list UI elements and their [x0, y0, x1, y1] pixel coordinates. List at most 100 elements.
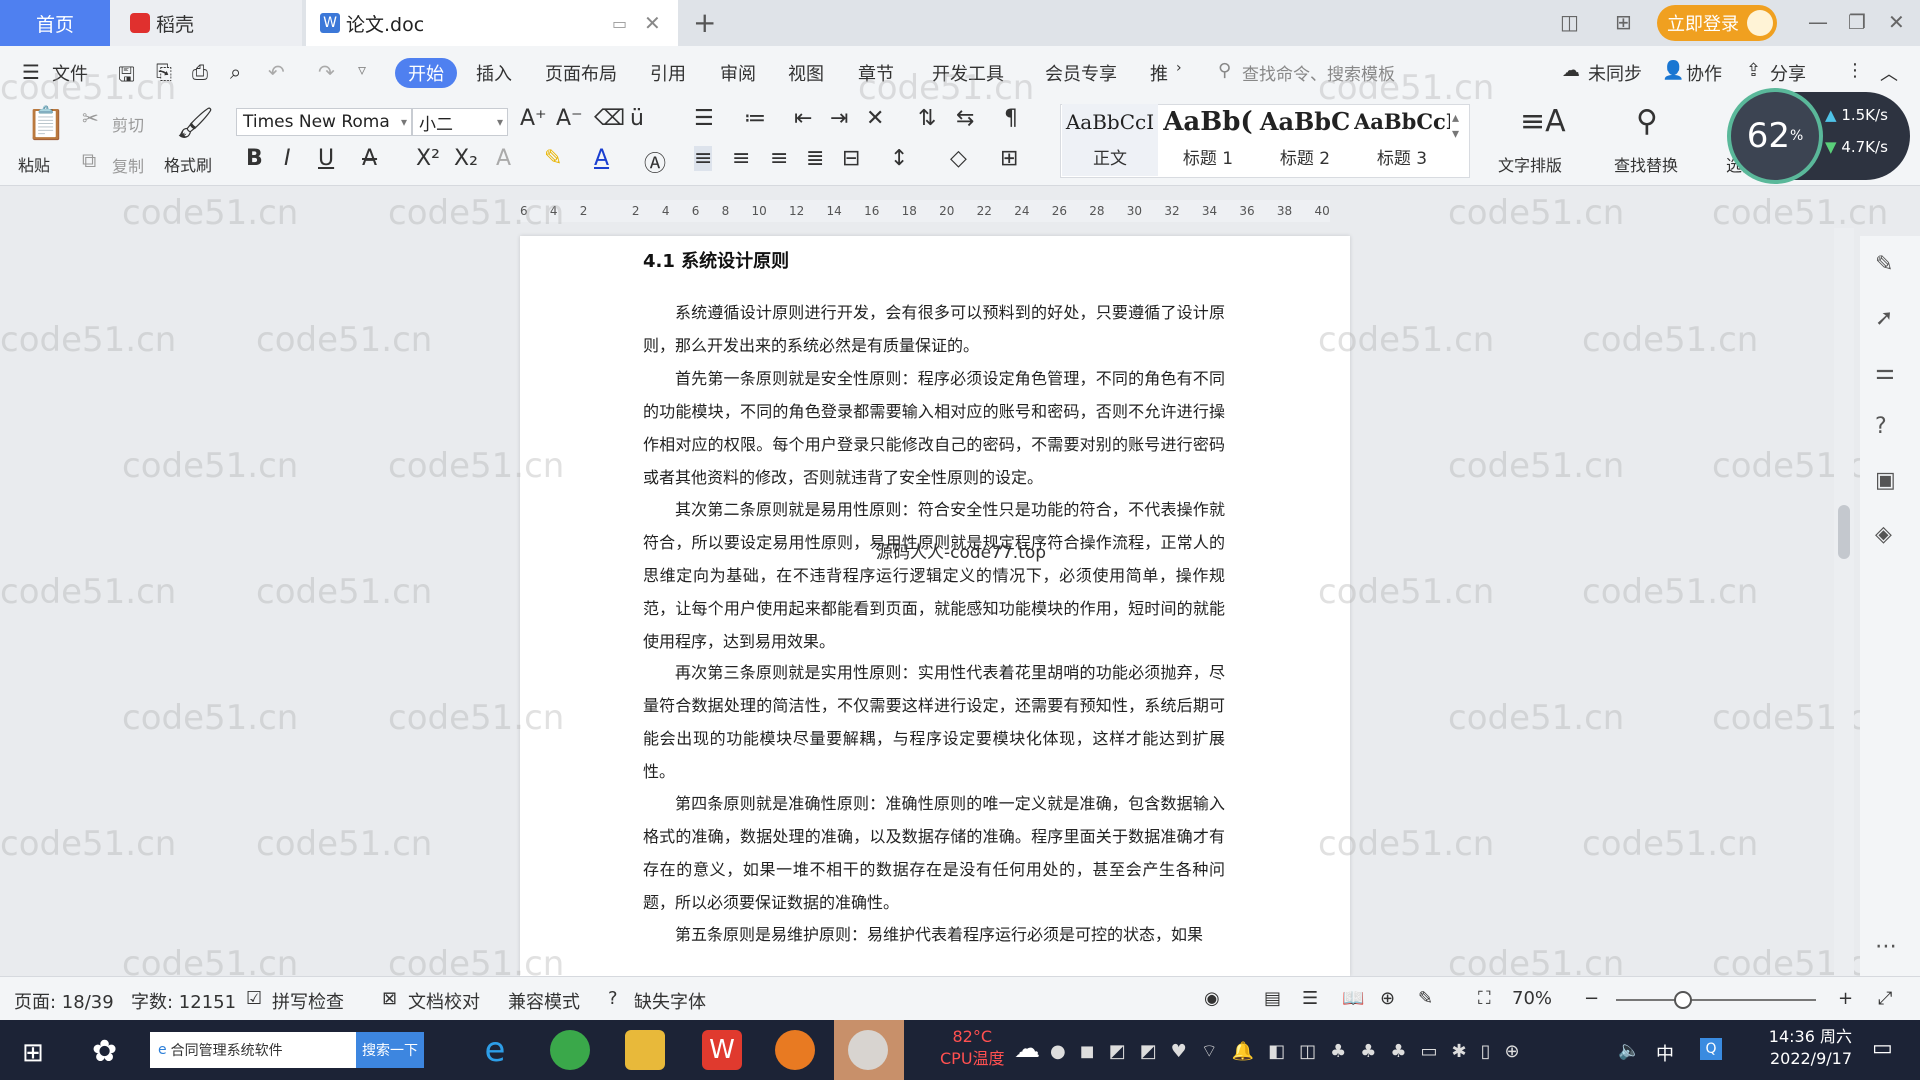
- section-heading[interactable]: 4.1 系统设计原则: [643, 247, 789, 273]
- paragraph[interactable]: 第四条原则就是准确性原则：准确性原则的唯一定义就是准确，包含数据输入格式的准确，…: [643, 787, 1225, 919]
- taskbar-search-box[interactable]: e 合同管理系统软件: [150, 1032, 356, 1068]
- new-tab-button[interactable]: +: [693, 6, 716, 39]
- chinese-layout-icon[interactable]: ✕: [866, 106, 884, 131]
- styles-scroll-icon[interactable]: ▴ ▾: [1452, 110, 1459, 142]
- align-center-icon[interactable]: ≡: [732, 146, 750, 171]
- weather-icon[interactable]: ☁: [1014, 1034, 1040, 1064]
- export-icon[interactable]: ⎘: [156, 60, 172, 84]
- collab-button[interactable]: 协作: [1686, 60, 1722, 86]
- settings-sliders-icon[interactable]: ⚌: [1875, 360, 1895, 385]
- page-view-icon[interactable]: ▤: [1264, 988, 1281, 1009]
- bold-icon[interactable]: B: [246, 146, 263, 171]
- format-painter-icon[interactable]: 🖌: [176, 106, 214, 141]
- char-border-icon[interactable]: Ⓐ: [644, 146, 666, 178]
- scrollbar-thumb[interactable]: [1838, 505, 1850, 559]
- login-button[interactable]: 立即登录: [1657, 5, 1777, 41]
- paragraph[interactable]: 再次第三条原则就是实用性原则：实用性代表着花里胡哨的功能必须抛弃，尽量符合数据处…: [643, 656, 1225, 788]
- sync-status[interactable]: 未同步: [1588, 60, 1642, 86]
- zoom-in-icon[interactable]: +: [1838, 988, 1853, 1009]
- copy-button[interactable]: 复制: [112, 153, 144, 177]
- show-marks-icon[interactable]: ¶: [1004, 106, 1018, 131]
- tab-home[interactable]: 首页: [0, 0, 110, 46]
- word-count[interactable]: 字数: 12151: [131, 988, 236, 1014]
- menu-file[interactable]: 文件: [52, 60, 88, 86]
- underline-icon[interactable]: U: [318, 146, 334, 171]
- format-painter-button[interactable]: 格式刷: [164, 152, 212, 176]
- tab-daoke[interactable]: 稻壳: [110, 0, 302, 46]
- pointer-icon[interactable]: ➚: [1875, 306, 1893, 331]
- restore-icon[interactable]: ❐: [1848, 10, 1866, 34]
- close-tab-icon[interactable]: ✕: [644, 11, 661, 35]
- text-layout-button[interactable]: 文字排版: [1498, 152, 1562, 176]
- paragraph[interactable]: 首先第一条原则就是安全性原则：程序必须设定角色管理，不同的角色有不同的功能模块，…: [643, 362, 1225, 494]
- memory-usage-gauge[interactable]: 62%: [1727, 88, 1823, 184]
- superscript-icon[interactable]: X²: [416, 146, 440, 171]
- ime-indicator[interactable]: 中: [1656, 1040, 1674, 1066]
- more-menu-icon[interactable]: ⋮: [1846, 60, 1864, 81]
- decrease-indent-icon[interactable]: ⇤: [794, 106, 812, 131]
- page-count[interactable]: 页面: 18/39: [14, 988, 114, 1014]
- clock[interactable]: 14:36 周六 2022/9/17: [1740, 1026, 1852, 1070]
- font-size-select[interactable]: 小二 ▾: [412, 108, 508, 136]
- share-button[interactable]: 分享: [1770, 60, 1806, 86]
- quick-access-dropdown-icon[interactable]: ▿: [358, 60, 366, 79]
- text-layout-icon[interactable]: ≡A: [1520, 104, 1566, 139]
- wps-icon[interactable]: W: [702, 1030, 742, 1070]
- tray-icons[interactable]: ●◼◩◩♥⌔🔔◧◫♣♣♣▭✱▯⊕: [1050, 1040, 1534, 1063]
- find-replace-icon[interactable]: ⚲: [1636, 104, 1658, 139]
- horizontal-ruler[interactable]: 6 4 2 2 4 6 8 10 12 14 16 18 20 22 24 26…: [520, 200, 1330, 222]
- zoom-slider[interactable]: [1616, 999, 1816, 1001]
- volume-icon[interactable]: 🔈: [1618, 1040, 1640, 1061]
- shading-icon[interactable]: ◇: [950, 146, 967, 171]
- menu-insert[interactable]: 插入: [476, 60, 512, 86]
- pen-icon[interactable]: ✎: [1875, 252, 1893, 277]
- distributed-icon[interactable]: ⊟: [842, 146, 860, 171]
- menu-chapter[interactable]: 章节: [858, 60, 894, 86]
- strikethrough-icon[interactable]: A: [362, 146, 377, 171]
- game-app-icon[interactable]: [775, 1030, 815, 1070]
- fullscreen-icon[interactable]: ⤢: [1878, 988, 1892, 1009]
- more-dots-icon[interactable]: ⋯: [1875, 934, 1897, 959]
- layout-icon[interactable]: ◫: [1560, 10, 1579, 34]
- menu-references[interactable]: 引用: [650, 60, 686, 86]
- notification-icon[interactable]: ▭: [1872, 1036, 1893, 1061]
- zoom-level[interactable]: 70%: [1512, 988, 1552, 1009]
- preview-icon[interactable]: ⌕: [230, 60, 241, 84]
- font-name-select[interactable]: Times New Roma ▾: [236, 108, 412, 136]
- ie-icon[interactable]: e: [475, 1030, 515, 1070]
- clear-format-icon[interactable]: ⌫: [594, 106, 625, 131]
- zoom-out-icon[interactable]: −: [1584, 988, 1599, 1009]
- align-right-icon[interactable]: ≡: [770, 146, 788, 171]
- close-window-icon[interactable]: ✕: [1888, 10, 1905, 34]
- user-app-icon[interactable]: [848, 1030, 888, 1070]
- align-left-icon[interactable]: ≡: [694, 146, 713, 171]
- windows-start-icon[interactable]: ⊞: [22, 1038, 44, 1068]
- fit-page-icon[interactable]: ⛶: [1478, 988, 1491, 1009]
- subscript-icon[interactable]: X₂: [454, 146, 478, 171]
- text-direction-icon[interactable]: ⇆: [956, 106, 974, 131]
- menu-member[interactable]: 会员专享: [1045, 60, 1117, 86]
- search-command-input[interactable]: 查找命令、搜索模板: [1242, 60, 1395, 85]
- menu-review[interactable]: 审阅: [720, 60, 756, 86]
- borders-icon[interactable]: ⊞: [1000, 146, 1018, 171]
- menu-view[interactable]: 视图: [788, 60, 824, 86]
- outline-view-icon[interactable]: ☰: [1302, 988, 1318, 1009]
- browser-icon[interactable]: [550, 1030, 590, 1070]
- ime-q-icon[interactable]: Q: [1700, 1038, 1722, 1060]
- minimize-icon[interactable]: —: [1808, 10, 1828, 34]
- save-icon[interactable]: 🖫: [118, 60, 135, 94]
- font-color-icon[interactable]: A: [594, 146, 609, 171]
- undo-icon[interactable]: ↶: [268, 60, 285, 84]
- web-view-icon[interactable]: ⊕: [1380, 988, 1395, 1009]
- location-icon[interactable]: ◈: [1875, 522, 1892, 547]
- paste-button[interactable]: 粘贴: [18, 152, 50, 176]
- text-effect-icon[interactable]: A: [496, 146, 511, 171]
- taskbar-search-button[interactable]: 搜索一下: [356, 1032, 424, 1068]
- italic-icon[interactable]: I: [284, 146, 291, 171]
- zoom-slider-thumb[interactable]: [1674, 991, 1692, 1009]
- app-pinwheel-icon[interactable]: ✿: [92, 1034, 117, 1069]
- proofread-button[interactable]: 文档校对: [408, 988, 480, 1014]
- spell-check-button[interactable]: 拼写检查: [272, 988, 344, 1014]
- menu-start[interactable]: 开始: [395, 58, 457, 88]
- decrease-font-icon[interactable]: A⁻: [556, 106, 583, 131]
